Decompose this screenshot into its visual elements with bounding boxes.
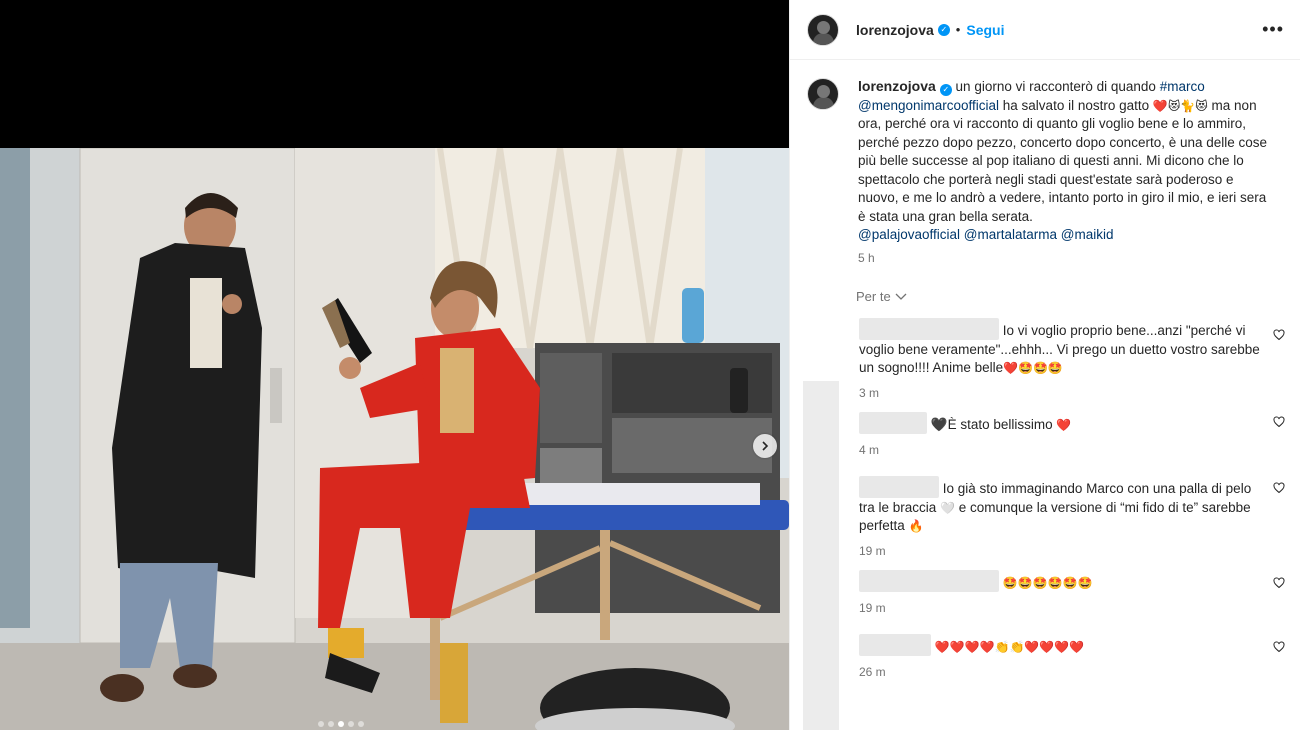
- post-media: [0, 0, 789, 730]
- heart-outline-icon[interactable]: [1273, 416, 1285, 428]
- comment-emojis: 🤍: [940, 500, 955, 515]
- instagram-post-view: lorenzojova ✓ • Segui ••• lorenzojova ✓ u…: [0, 0, 1300, 730]
- comment-item: 🤩🤩🤩🤩🤩🤩 19 m: [790, 570, 1300, 634]
- author-avatar[interactable]: [807, 13, 839, 46]
- mention-link[interactable]: @palajovaofficial: [858, 227, 960, 242]
- post-timestamp[interactable]: 5 h: [858, 249, 1270, 268]
- post-header: lorenzojova ✓ • Segui •••: [790, 0, 1300, 60]
- author-username[interactable]: lorenzojova: [856, 22, 934, 38]
- comments-scroll-area[interactable]: lorenzojova ✓ un giorno vi racconterò di …: [790, 61, 1300, 730]
- carousel-indicator: [318, 721, 364, 727]
- caption-text: ma non ora, perché ora vi racconto di qu…: [858, 97, 1268, 224]
- photo-illustration: [0, 148, 789, 730]
- carousel-dot: [328, 721, 334, 727]
- comment-item: Io vi voglio proprio bene...anzi "perché…: [790, 318, 1300, 400]
- more-options-icon[interactable]: •••: [1262, 19, 1284, 40]
- post-details-panel: lorenzojova ✓ • Segui ••• lorenzojova ✓ u…: [789, 0, 1300, 730]
- commenter-username-blurred[interactable]: [859, 412, 927, 434]
- post-photo[interactable]: [0, 148, 789, 730]
- comment-sort-label: Per te: [856, 289, 891, 304]
- header-separator: •: [955, 22, 961, 37]
- comment-item: Io già sto immaginando Marco con una pal…: [790, 476, 1300, 570]
- caption-text: ha salvato il nostro gatto: [999, 97, 1153, 113]
- comment-emojis: ❤️❤️❤️❤️👏👏❤️❤️❤️❤️: [934, 640, 1085, 654]
- carousel-dot-active: [338, 721, 344, 727]
- follow-button[interactable]: Segui: [966, 22, 1004, 38]
- chevron-down-icon: [895, 293, 907, 300]
- comment-sort-dropdown[interactable]: Per te: [790, 267, 1300, 304]
- mention-link[interactable]: @martalatarma: [964, 227, 1057, 242]
- mention-link[interactable]: @mengonimarcoofficial: [858, 98, 999, 113]
- carousel-next-button[interactable]: [753, 434, 777, 458]
- commenter-username-blurred[interactable]: [859, 570, 999, 592]
- comment-emojis: 🔥: [908, 519, 924, 533]
- comment-time: 26 m: [859, 664, 886, 679]
- verified-badge-icon: ✓: [939, 84, 952, 96]
- comment-item: 🖤È stato bellissimo ❤️ 4 m: [790, 412, 1300, 476]
- commenter-username-blurred[interactable]: [859, 476, 939, 498]
- comment-time: 4 m: [859, 442, 880, 457]
- caption-author-avatar[interactable]: [807, 78, 839, 110]
- hashtag-link[interactable]: #marco: [1160, 79, 1205, 94]
- heart-outline-icon[interactable]: [1273, 482, 1285, 494]
- commenter-username-blurred[interactable]: [859, 318, 999, 340]
- carousel-dot: [318, 721, 324, 727]
- comment-emojis: ❤️🤩🤩🤩: [1003, 361, 1063, 375]
- comment-text: 🖤È stato bellissimo: [930, 417, 1057, 432]
- comment-time: 19 m: [859, 600, 886, 615]
- comment-time: 3 m: [859, 385, 880, 400]
- post-caption: lorenzojova ✓ un giorno vi racconterò di …: [790, 61, 1300, 267]
- heart-outline-icon[interactable]: [1273, 329, 1285, 341]
- heart-outline-icon[interactable]: [1273, 641, 1285, 653]
- chevron-right-icon: [762, 441, 769, 451]
- comment-emojis: ❤️: [1056, 418, 1072, 432]
- comments-list: Io vi voglio proprio bene...anzi "perché…: [790, 318, 1300, 698]
- verified-badge-icon: ✓: [937, 23, 950, 36]
- comment-emojis: 🤩🤩🤩🤩🤩🤩: [1002, 576, 1093, 590]
- carousel-dot: [348, 721, 354, 727]
- carousel-dot: [358, 721, 364, 727]
- caption-emojis: ❤️😻🐈😻: [1152, 98, 1208, 113]
- caption-text: un giorno vi racconterò di quando: [951, 79, 1160, 94]
- mention-link[interactable]: @maikid: [1061, 227, 1114, 242]
- heart-outline-icon[interactable]: [1273, 577, 1285, 589]
- commenter-username-blurred[interactable]: [859, 634, 931, 656]
- comment-time: 19 m: [859, 543, 886, 558]
- comment-item: ❤️❤️❤️❤️👏👏❤️❤️❤️❤️ 26 m: [790, 634, 1300, 698]
- caption-username[interactable]: lorenzojova: [858, 78, 936, 94]
